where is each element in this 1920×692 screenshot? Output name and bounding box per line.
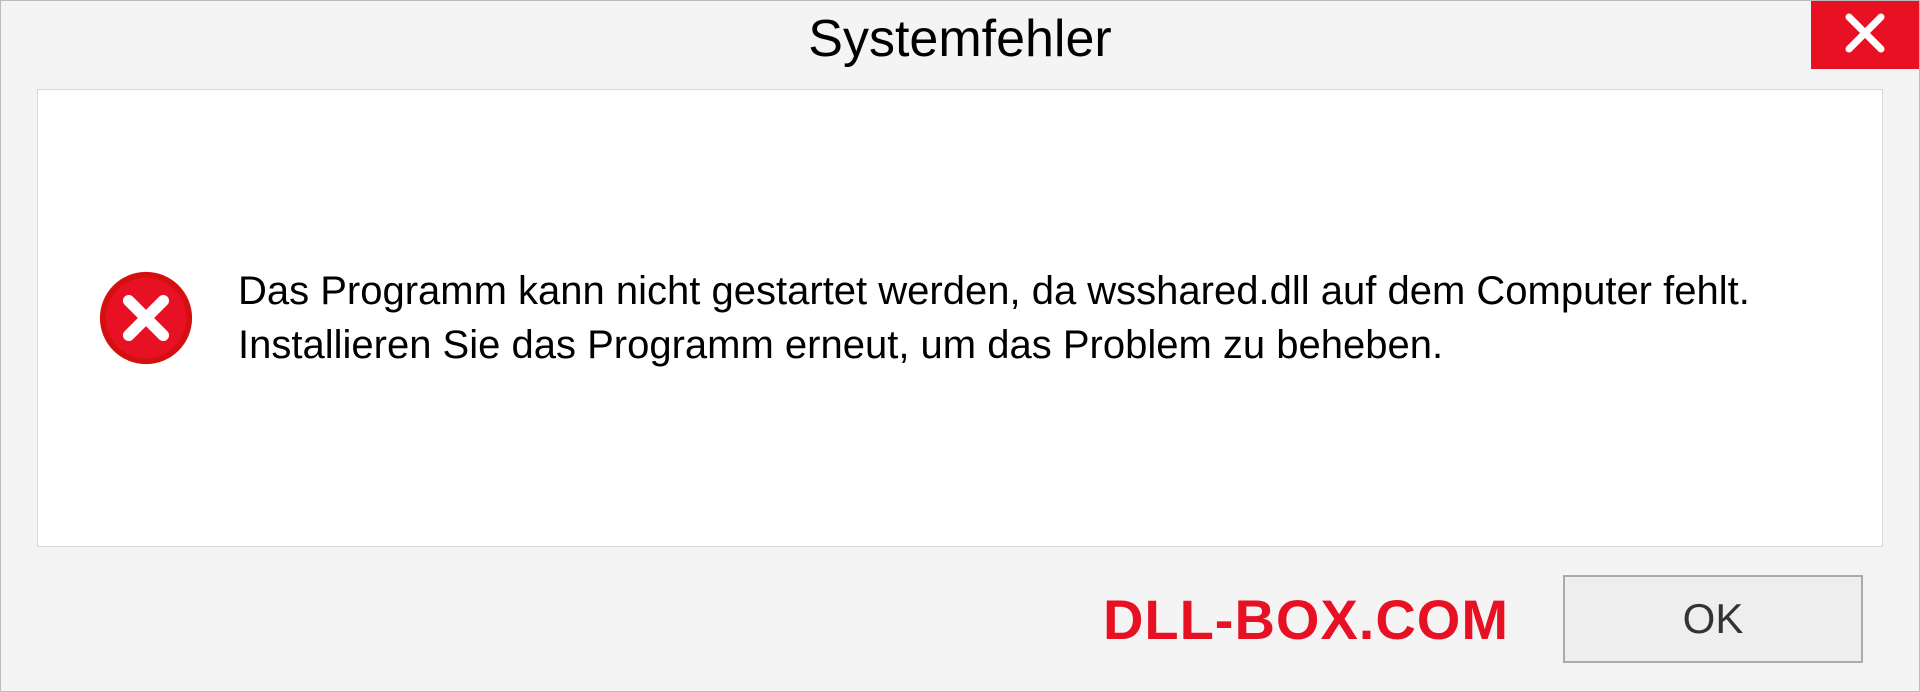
close-icon: [1843, 11, 1887, 60]
dialog-footer: DLL-BOX.COM OK: [1, 547, 1919, 691]
ok-button-label: OK: [1683, 595, 1744, 643]
content-panel: Das Programm kann nicht gestartet werden…: [37, 89, 1883, 547]
error-message: Das Programm kann nicht gestartet werden…: [238, 264, 1822, 372]
error-dialog: Systemfehler Das Programm kann nicht ges…: [0, 0, 1920, 692]
watermark-text: DLL-BOX.COM: [1103, 587, 1509, 652]
error-icon: [98, 270, 194, 366]
titlebar: Systemfehler: [1, 1, 1919, 89]
ok-button[interactable]: OK: [1563, 575, 1863, 663]
dialog-title: Systemfehler: [808, 9, 1111, 69]
close-button[interactable]: [1811, 1, 1919, 69]
